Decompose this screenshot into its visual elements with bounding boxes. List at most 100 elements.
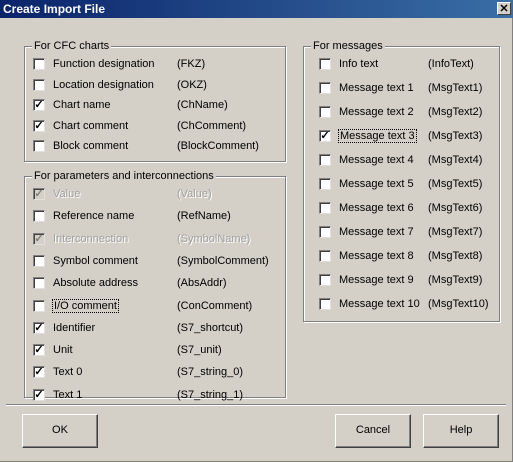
params-code: (Value) <box>177 188 212 200</box>
params-checkbox[interactable]: ✓ <box>33 321 45 334</box>
messages-checkbox[interactable] <box>319 298 331 310</box>
close-icon[interactable]: ✕ <box>497 2 511 15</box>
messages-row[interactable]: Message text 8 (MsgText8) <box>304 249 499 265</box>
messages-label[interactable]: Message text 2 <box>339 106 414 118</box>
messages-checkbox[interactable] <box>319 202 331 214</box>
params-code: (S7_string_1) <box>177 388 244 401</box>
cfc-row[interactable]: ✓ Chart comment (ChComment) <box>25 119 285 135</box>
messages-row[interactable]: Message text 10 (MsgText10) <box>304 297 499 313</box>
messages-label[interactable]: Message text 5 <box>339 178 414 190</box>
messages-row[interactable]: Message text 1 (MsgText1) <box>304 81 499 97</box>
messages-checkbox[interactable] <box>319 250 331 262</box>
params-row[interactable]: ✓ Text 0 (S7_string_0) <box>25 365 285 381</box>
params-row[interactable]: Reference name (RefName) <box>25 209 285 225</box>
params-label[interactable]: I/O comment <box>52 298 119 313</box>
params-code: (S7_string_0) <box>177 366 244 379</box>
title-bar: Create Import File ✕ <box>0 0 513 18</box>
cfc-row[interactable]: ✓ Chart name (ChName) <box>25 98 285 114</box>
parameters-legend: For parameters and interconnections <box>32 170 216 182</box>
params-label[interactable]: Text 0 <box>53 366 82 378</box>
params-code: (AbsAddr) <box>177 277 227 290</box>
params-label[interactable]: Reference name <box>53 210 134 222</box>
messages-row[interactable]: Message text 5 (MsgText5) <box>304 177 499 193</box>
cfc-charts-group: For CFC charts Function designation (FKZ)… <box>24 40 286 162</box>
messages-row[interactable]: Message text 9 (MsgText9) <box>304 273 499 289</box>
messages-code: (InfoText) <box>428 58 474 70</box>
params-checkbox[interactable] <box>33 299 45 312</box>
params-checkbox[interactable]: ✓ <box>33 344 45 357</box>
params-checkbox: ✓ <box>33 232 45 245</box>
params-row: ✓ Value (Value) <box>25 187 285 203</box>
cfc-row[interactable]: Block comment (BlockComment) <box>25 139 285 155</box>
params-row[interactable]: I/O comment (ConComment) <box>25 298 285 315</box>
cfc-checkbox[interactable]: ✓ <box>33 119 45 132</box>
messages-label[interactable]: Message text 7 <box>339 226 414 238</box>
messages-label[interactable]: Message text 9 <box>339 274 414 286</box>
params-checkbox: ✓ <box>33 188 45 200</box>
ok-button[interactable]: OK <box>22 414 98 448</box>
messages-checkbox[interactable] <box>319 82 331 94</box>
messages-label[interactable]: Message text 4 <box>339 154 414 166</box>
messages-group: For messages Info text (InfoText) Message … <box>303 40 500 322</box>
params-code: (S7_shortcut) <box>177 321 244 334</box>
cfc-checkbox[interactable] <box>33 140 45 152</box>
messages-label[interactable]: Message text 8 <box>339 250 414 262</box>
cfc-code: (ChComment) <box>177 119 247 132</box>
cfc-label[interactable]: Block comment <box>53 140 128 152</box>
params-label[interactable]: Symbol comment <box>53 255 138 267</box>
messages-row[interactable]: ✓ Message text 3 (MsgText3) <box>304 129 499 145</box>
params-row[interactable]: ✓ Unit (S7_unit) <box>25 343 285 359</box>
messages-checkbox[interactable] <box>319 274 331 286</box>
cfc-label[interactable]: Function designation <box>53 58 155 70</box>
cfc-row[interactable]: Function designation (FKZ) <box>25 57 285 73</box>
params-row[interactable]: Symbol comment (SymbolComment) <box>25 254 285 270</box>
messages-row[interactable]: Message text 4 (MsgText4) <box>304 153 499 169</box>
messages-code: (MsgText4) <box>428 154 483 166</box>
params-label: Value <box>53 188 81 200</box>
params-code: (SymbolComment) <box>177 254 269 267</box>
messages-checkbox[interactable] <box>319 226 331 238</box>
cfc-label[interactable]: Chart comment <box>53 120 128 132</box>
params-checkbox[interactable]: ✓ <box>33 388 45 401</box>
params-row[interactable]: Absolute address (AbsAddr) <box>25 276 285 292</box>
params-checkbox[interactable] <box>33 254 45 267</box>
params-code: (ConComment) <box>177 299 253 312</box>
messages-row[interactable]: Info text (InfoText) <box>304 57 499 73</box>
params-row: ✓ Interconnection (SymbolName) <box>25 232 285 248</box>
messages-row[interactable]: Message text 6 (MsgText6) <box>304 201 499 217</box>
params-label[interactable]: Absolute address <box>53 277 138 289</box>
params-checkbox[interactable]: ✓ <box>33 366 45 379</box>
messages-checkbox[interactable] <box>319 106 331 118</box>
messages-label[interactable]: Message text 6 <box>339 202 414 214</box>
messages-checkbox[interactable] <box>319 178 331 190</box>
params-label[interactable]: Identifier <box>53 322 95 334</box>
help-button[interactable]: Help <box>423 414 499 448</box>
messages-row[interactable]: Message text 7 (MsgText7) <box>304 225 499 241</box>
cfc-checkbox[interactable] <box>33 78 45 91</box>
cancel-button[interactable]: Cancel <box>335 414 411 448</box>
cfc-checkbox[interactable] <box>33 58 45 70</box>
messages-checkbox[interactable]: ✓ <box>319 130 331 142</box>
cfc-label[interactable]: Chart name <box>53 99 110 111</box>
params-row[interactable]: ✓ Identifier (S7_shortcut) <box>25 321 285 337</box>
messages-code: (MsgText2) <box>428 106 483 118</box>
messages-code: (MsgText5) <box>428 178 483 190</box>
messages-checkbox[interactable] <box>319 154 331 166</box>
messages-label[interactable]: Info text <box>339 58 378 70</box>
params-checkbox[interactable] <box>33 277 45 290</box>
params-row[interactable]: ✓ Text 1 (S7_string_1) <box>25 388 285 404</box>
messages-label[interactable]: Message text 3 <box>338 129 417 143</box>
params-code: (RefName) <box>177 210 231 223</box>
messages-code: (MsgText1) <box>428 82 483 94</box>
cfc-checkbox[interactable]: ✓ <box>33 99 45 111</box>
params-label[interactable]: Text 1 <box>53 389 82 401</box>
cfc-label[interactable]: Location designation <box>53 79 154 91</box>
cfc-code: (ChName) <box>177 99 228 111</box>
params-checkbox[interactable] <box>33 210 45 223</box>
params-label[interactable]: Unit <box>53 344 73 356</box>
messages-label[interactable]: Message text 10 <box>339 298 420 310</box>
messages-checkbox[interactable] <box>319 58 331 70</box>
messages-label[interactable]: Message text 1 <box>339 82 414 94</box>
messages-row[interactable]: Message text 2 (MsgText2) <box>304 105 499 121</box>
cfc-row[interactable]: Location designation (OKZ) <box>25 78 285 94</box>
